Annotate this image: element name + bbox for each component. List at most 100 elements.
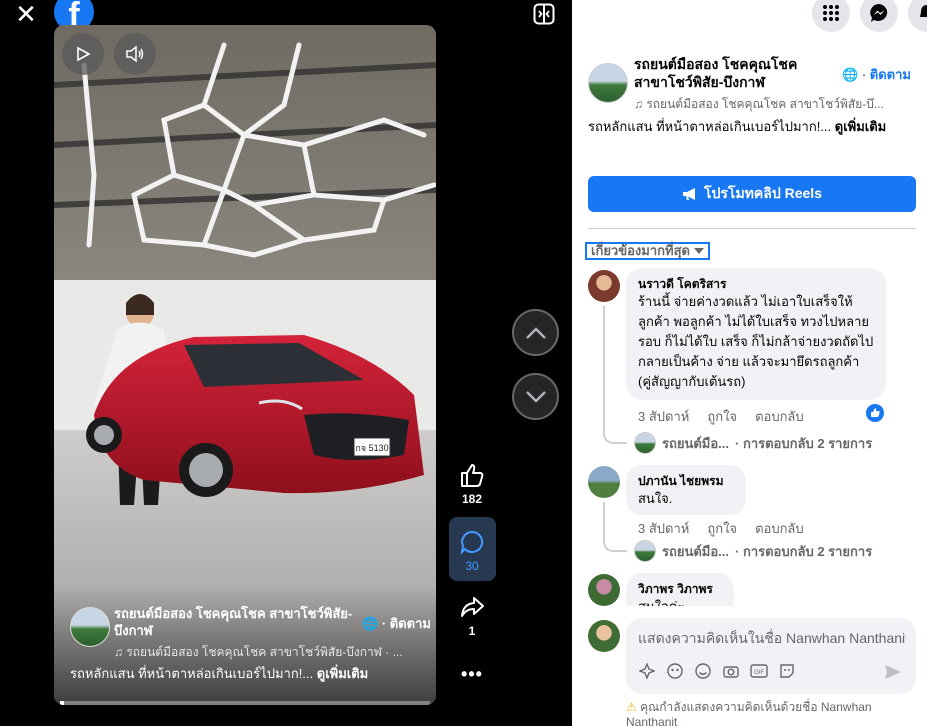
video-see-more[interactable]: ดูเพิ่มเติม	[317, 666, 368, 681]
next-reel-button[interactable]	[512, 373, 559, 420]
reply-count: · การตอบกลับ 2 รายการ	[735, 543, 873, 559]
post-caption-text: รถหลักแสน ที่หน้าตาหล่อเกินเบอร์ไปมาก!..…	[588, 119, 835, 134]
chevron-down-icon	[525, 390, 546, 403]
audio-track-link[interactable]: ♫ รถยนต์มือสอง โชคคุณโชค สาขาโชว์พิสัย-บ…	[634, 95, 914, 114]
commenter-name[interactable]: ปภานัน ไชยพรม	[638, 473, 734, 489]
comments-panel: รถยนต์มือสอง โชคคุณโชค สาขาโชว์พิสัย-บึง…	[572, 0, 927, 726]
comment-list: นราวดี โคตริสาร ร้านนี้ จ่ายค่างวดแล้ว ไ…	[572, 262, 927, 606]
composer-tools: GIF	[638, 662, 796, 680]
comment-composer[interactable]: แสดงความคิดเห็นในชื่อ Nanwhan Nanthanit …	[626, 618, 916, 694]
current-user-avatar[interactable]	[588, 620, 620, 652]
commenter-name[interactable]: นราวดี โคตริสาร	[638, 276, 874, 292]
more-options-icon[interactable]: •••	[449, 664, 495, 685]
share-count: 1	[468, 624, 476, 638]
comment-input[interactable]: แสดงความคิดเห็นในชื่อ Nanwhan Nanthanit	[638, 628, 906, 650]
post-caption: รถหลักแสน ที่หน้าตาหล่อเกินเบอร์ไปมาก!..…	[588, 117, 908, 137]
reply-thread-line	[603, 502, 627, 552]
replier-avatar	[634, 540, 656, 562]
commenter-name[interactable]: วิภาพร วิภาพร	[638, 581, 722, 597]
comment-actions: 3 สัปดาห์ ถูกใจ ตอบกลับ	[638, 518, 804, 539]
video-follow-label: · ติดตาม	[381, 616, 431, 631]
comment-like-button[interactable]: ถูกใจ	[707, 518, 737, 539]
comment-reply-button[interactable]: ตอบกลับ	[755, 406, 804, 427]
volume-button[interactable]	[114, 33, 156, 75]
commenter-avatar[interactable]	[588, 574, 620, 606]
chevron-up-icon	[525, 326, 546, 339]
divider	[588, 228, 916, 229]
comment-sort-dropdown[interactable]: เกี่ยวข้องมากที่สุด	[585, 242, 710, 260]
comment-reply-button[interactable]: ตอบกลับ	[755, 518, 804, 539]
reel-viewer: ✕ f กจ 5130 รถยนต์มือสอง โชคคุณโชค สาขาโ…	[0, 0, 572, 726]
page-avatar[interactable]	[588, 63, 628, 103]
commenter-avatar[interactable]	[588, 466, 620, 498]
comment-count: 30	[465, 559, 479, 573]
replier-name: รถยนต์มือ...	[662, 435, 730, 451]
warning-icon: ⚠	[626, 700, 637, 714]
video-follow-button[interactable]: 🌐 · ติดตาม	[362, 613, 431, 634]
globe-icon: 🌐	[362, 616, 379, 631]
emoji-icon[interactable]	[694, 662, 712, 680]
messenger-button[interactable]	[860, 0, 898, 32]
warning-text: คุณกำลังแสดงความคิดเห็นด้วยชื่อ Nanwhan …	[626, 700, 872, 726]
comment-text: สนใจค่ะ	[638, 597, 722, 606]
sort-label: เกี่ยวข้องมากที่สุด	[591, 243, 690, 258]
video-caption: รถหลักแสน ที่หน้าตาหล่อเกินเบอร์ไปมาก!..…	[70, 663, 426, 684]
megaphone-icon	[683, 188, 695, 200]
video-caption-text: รถหลักแสน ที่หน้าตาหล่อเกินเบอร์ไปมาก!..…	[70, 666, 317, 681]
sparkle-icon[interactable]	[638, 662, 656, 680]
volume-icon	[126, 45, 144, 63]
sticker-icon[interactable]	[778, 662, 796, 680]
video-progress-bar[interactable]	[60, 701, 430, 705]
play-icon	[77, 46, 91, 62]
globe-icon: 🌐	[842, 67, 859, 82]
avatar-sticker-icon[interactable]	[666, 662, 684, 680]
previous-reel-button[interactable]	[512, 309, 559, 356]
like-count: 182	[461, 492, 483, 506]
video-audio-track[interactable]: ♫ รถยนต์มือสอง โชคคุณโชค สาขาโชว์พิสัย-บ…	[114, 643, 430, 662]
notifications-button[interactable]	[908, 0, 927, 32]
comment-icon	[460, 530, 484, 555]
reply-thread-line	[603, 306, 627, 444]
like-action[interactable]: 182	[449, 462, 495, 506]
like-reaction-icon[interactable]	[866, 404, 884, 422]
grid-icon	[823, 5, 839, 21]
promote-reels-button[interactable]: โปรโมทคลิป Reels	[588, 176, 916, 212]
play-button[interactable]	[62, 33, 104, 75]
video-progress-fill	[60, 701, 64, 705]
replier-name: รถยนต์มือ...	[662, 543, 730, 559]
comment-actions: 3 สัปดาห์ ถูกใจ ตอบกลับ	[638, 406, 804, 427]
view-replies-link[interactable]: รถยนต์มือ... · การตอบกลับ 2 รายการ	[634, 432, 872, 454]
gif-icon[interactable]: GIF	[750, 662, 768, 680]
caret-down-icon	[693, 248, 704, 254]
follow-button[interactable]: 🌐 · ติดตาม	[842, 64, 911, 85]
menu-grid-button[interactable]	[812, 0, 850, 32]
share-action[interactable]: 1	[449, 594, 495, 638]
send-icon[interactable]	[884, 664, 902, 685]
close-icon[interactable]: ✕	[14, 1, 38, 27]
share-icon	[461, 597, 484, 617]
video-page-name[interactable]: รถยนต์มือสอง โชคคุณโชค สาขาโชว์พิสัย-บึง…	[114, 605, 354, 639]
bell-icon	[920, 5, 927, 17]
video-player[interactable]: กจ 5130 รถยนต์มือสอง โชคคุณโชค สาขาโชว์พ…	[54, 25, 436, 705]
replier-avatar	[634, 432, 656, 454]
comment-like-button[interactable]: ถูกใจ	[707, 406, 737, 427]
svg-text:GIF: GIF	[754, 670, 764, 676]
video-info-overlay: รถยนต์มือสอง โชคคุณโชค สาขาโชว์พิสัย-บึง…	[54, 585, 436, 705]
follow-label: ติดตาม	[869, 67, 911, 82]
reply-count: · การตอบกลับ 2 รายการ	[735, 435, 873, 451]
comment-text: สนใจ.	[638, 491, 673, 506]
see-more-link[interactable]: ดูเพิ่มเติม	[835, 119, 886, 134]
promote-label: โปรโมทคลิป Reels	[704, 185, 822, 201]
camera-icon[interactable]	[722, 662, 740, 680]
page-name[interactable]: รถยนต์มือสอง โชคคุณโชค สาขาโชว์พิสัย-บึง…	[634, 55, 834, 91]
identity-warning: ⚠ คุณกำลังแสดงความคิดเห็นด้วยชื่อ Nanwha…	[626, 700, 916, 726]
view-replies-link[interactable]: รถยนต์มือ... · การตอบกลับ 2 รายการ	[634, 540, 872, 562]
comment-time[interactable]: 3 สัปดาห์	[638, 518, 689, 539]
license-plate: กจ 5130	[355, 443, 388, 453]
comment-bubble: ปภานัน ไชยพรม สนใจ.	[626, 465, 746, 515]
commenter-avatar[interactable]	[588, 270, 620, 302]
expand-icon[interactable]	[533, 3, 555, 25]
comment-action-content: 30	[449, 529, 495, 573]
page-avatar[interactable]	[70, 607, 110, 647]
comment-time[interactable]: 3 สัปดาห์	[638, 406, 689, 427]
